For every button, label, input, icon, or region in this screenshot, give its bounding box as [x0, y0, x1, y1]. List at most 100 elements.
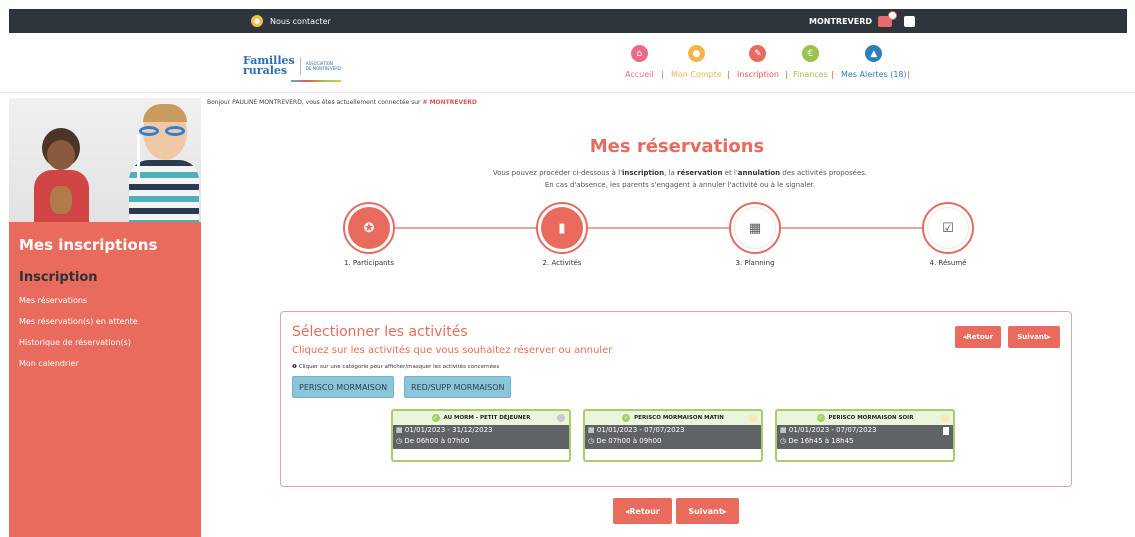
page-root: ● Nous contacter MONTREVERD Familles rur…: [0, 0, 1135, 537]
menu-separator: |: [785, 70, 788, 79]
home-icon: ⌂: [630, 45, 648, 62]
check-icon: ✓: [622, 414, 631, 422]
top-bar-strip: ● Nous contacter MONTREVERD: [9, 9, 1127, 33]
activity-selection-panel: Sélectionner les activités Cliquez sur l…: [280, 311, 1072, 487]
activity-hours: De 06h00 à 07h00: [404, 437, 470, 445]
step-participants[interactable]: ✪: [343, 202, 395, 254]
activity-card-body: ▦ 01/01/2023 - 31/12/2023 ◷ De 06h00 à 0…: [393, 425, 569, 449]
menu-label: Finances: [793, 70, 828, 79]
sidebar-item-en-attente[interactable]: Mes réservation(s) en attente: [19, 317, 138, 326]
users-icon: ✪: [348, 207, 390, 249]
menu-separator: |: [831, 70, 834, 79]
menu-label: Mon Compte: [671, 70, 722, 79]
menu-item-alertes[interactable]: ▲ Mes Alertes (18): [841, 45, 907, 79]
activity-hours: De 07h00 à 09h00: [596, 437, 662, 445]
activity-card[interactable]: ✓ PERISCO MORMAISON MATIN ▦ 01/01/2023 -…: [583, 409, 763, 462]
step-label: 4. Résumé: [929, 259, 967, 267]
sidebar: Mes inscriptions Inscription Mes réserva…: [9, 98, 201, 537]
status-dot: [557, 414, 565, 422]
euro-icon: €: [801, 45, 819, 62]
page-title: Mes réservations: [589, 136, 765, 157]
menu-label: Mes Alertes (18): [841, 70, 907, 79]
activity-dates: 01/01/2023 - 07/07/2023: [788, 426, 877, 434]
back-button[interactable]: ◂Retour: [613, 498, 672, 524]
intro-text: des activités proposées.: [780, 169, 868, 177]
panel-title: Sélectionner les activités: [292, 324, 468, 340]
activity-card-header: ✓ PERISCO MORMAISON MATIN: [585, 411, 761, 425]
menu-label: Inscription: [737, 70, 779, 79]
intro-line1: Vous pouvez procéder ci-dessous à l'insc…: [420, 169, 940, 177]
greeting-site[interactable]: # MONTREVERD: [422, 99, 476, 106]
activity-card-body: ▦ 01/01/2023 - 07/07/2023 ◷ De 07h00 à 0…: [585, 425, 761, 449]
activity-card[interactable]: ✓ AU MORM - PETIT DEJEUNER ▦ 01/01/2023 …: [391, 409, 571, 462]
activity-card[interactable]: ✓ PERISCO MORMAISON SOIR ▦ 01/01/2023 - …: [775, 409, 955, 462]
calendar-icon: ▦: [780, 426, 787, 434]
activity-card-body: ▦ 01/01/2023 - 07/07/2023 ◷ De 16h45 à 1…: [777, 425, 953, 449]
menu-item-finances[interactable]: € Finances: [793, 45, 828, 79]
clock-icon: ◷: [780, 437, 787, 445]
child-illustration: [34, 128, 89, 222]
pencil-icon: ✎: [749, 45, 767, 62]
child-illustration: [129, 104, 199, 222]
intro-bold: réservation: [677, 169, 723, 177]
logo[interactable]: Familles rurales ASSOCIATION DE MONTREVE…: [243, 50, 347, 82]
bell-icon: ●: [687, 45, 705, 62]
category-perisco-mormaison[interactable]: PERISCO MORMAISON: [292, 376, 395, 398]
mail-icon[interactable]: [878, 10, 897, 27]
logo-divider: [299, 57, 301, 75]
checkbox-icon: ☑: [927, 207, 969, 249]
panel-note-text: Cliquer sur une catégorie pour afficher/…: [298, 364, 500, 370]
menu-item-accueil[interactable]: ⌂ Accueil: [625, 45, 654, 79]
logo-brand: Familles rurales: [243, 55, 295, 76]
step-label: 1. Participants: [343, 259, 395, 267]
activity-card-header: ✓ PERISCO MORMAISON SOIR: [777, 411, 953, 425]
panel-back-button[interactable]: ◂Retour: [955, 326, 1001, 348]
step-activites[interactable]: ▮: [536, 202, 588, 254]
intro-text: Vous pouvez procéder ci-dessous à l': [492, 169, 622, 177]
logo-color-bar: [291, 80, 341, 82]
logo-assoc-line2: DE MONTREVERD: [305, 66, 342, 71]
menu-item-inscription[interactable]: ✎ Inscription: [737, 45, 779, 79]
intro-text: et l': [722, 169, 738, 177]
intro-bold: inscription: [622, 169, 665, 177]
step-resume[interactable]: ☑: [922, 202, 974, 254]
calendar-icon: ▦: [588, 426, 595, 434]
contact-link[interactable]: ● Nous contacter: [251, 14, 331, 28]
activity-dates: 01/01/2023 - 31/12/2023: [404, 426, 493, 434]
activity-card-header: ✓ AU MORM - PETIT DEJEUNER: [393, 411, 569, 425]
notification-badge: [888, 10, 897, 20]
sidebar-item-calendrier[interactable]: Mon calendrier: [19, 359, 79, 368]
status-dot: [941, 414, 949, 422]
sidebar-item-mes-reservations[interactable]: Mes réservations: [19, 296, 87, 305]
bookmark-icon: [943, 427, 949, 435]
logout-icon[interactable]: [904, 15, 915, 27]
activity-dates: 01/01/2023 - 07/07/2023: [596, 426, 685, 434]
step-label: 3. Planning: [735, 259, 775, 267]
sidebar-item-historique[interactable]: Historique de réservation(s): [19, 338, 131, 347]
step-planning[interactable]: ▦: [729, 202, 781, 254]
menu-separator: |: [727, 70, 730, 79]
intro-bold: annulation: [737, 169, 781, 177]
chat-icon: ●: [251, 15, 263, 27]
info-icon: ❶: [292, 364, 297, 370]
intro-line2: En cas d'absence, les parents s'engagent…: [544, 181, 816, 189]
menu-separator: |: [907, 70, 910, 79]
user-area: MONTREVERD: [809, 10, 915, 28]
activity-name: PERISCO MORMAISON MATIN: [634, 415, 724, 421]
top-bar: ● Nous contacter MONTREVERD: [0, 0, 1135, 33]
category-red-supp-mormaison[interactable]: RED/SUPP MORMAISON: [404, 376, 512, 398]
status-dot: [749, 414, 757, 422]
sidebar-title: Mes inscriptions: [19, 236, 158, 254]
panel-subtitle: Cliquez sur les activités que vous souha…: [292, 345, 613, 356]
header: Familles rurales ASSOCIATION DE MONTREVE…: [0, 33, 1135, 93]
menu-item-mon-compte[interactable]: ● Mon Compte: [671, 45, 722, 79]
intro-text: , la: [664, 169, 678, 177]
menu-separator: |: [661, 70, 664, 79]
panel-next-button[interactable]: Suivant▸: [1008, 326, 1060, 348]
stepper-line: [370, 227, 945, 229]
next-button[interactable]: Suivant▸: [676, 498, 739, 524]
children-photo: [9, 98, 201, 222]
contact-label: Nous contacter: [270, 16, 331, 26]
greeting-text: Bonjour PAULINE MONTREVERD, vous êtes ac…: [207, 99, 421, 106]
activity-name: PERISCO MORMAISON SOIR: [828, 415, 914, 421]
